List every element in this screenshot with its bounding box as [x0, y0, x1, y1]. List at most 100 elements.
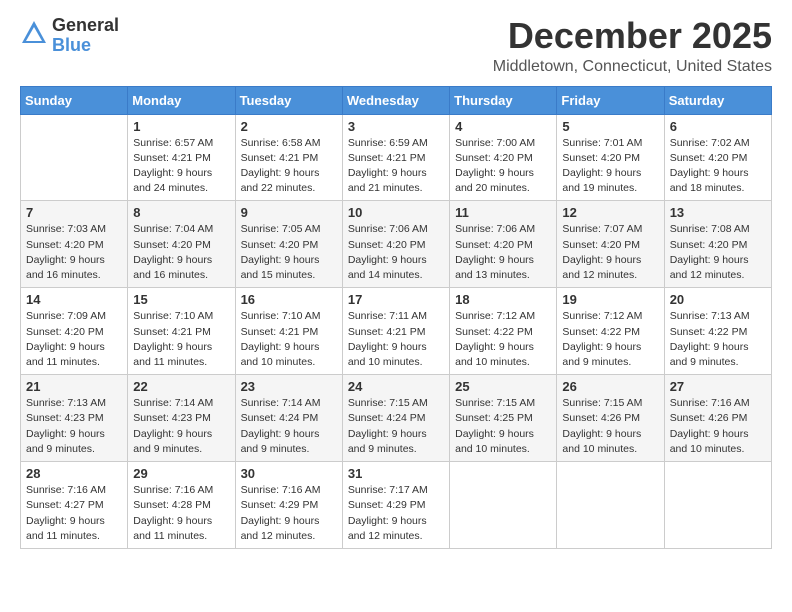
- weekday-header-thursday: Thursday: [450, 86, 557, 114]
- day-info: Sunrise: 7:07 AMSunset: 4:20 PMDaylight:…: [562, 222, 658, 283]
- weekday-header-monday: Monday: [128, 86, 235, 114]
- weekday-header-sunday: Sunday: [21, 86, 128, 114]
- calendar-cell: 6 Sunrise: 7:02 AMSunset: 4:20 PMDaylight…: [664, 114, 771, 201]
- weekday-header-friday: Friday: [557, 86, 664, 114]
- day-number: 12: [562, 205, 658, 220]
- day-info: Sunrise: 7:13 AMSunset: 4:23 PMDaylight:…: [26, 396, 122, 457]
- day-info: Sunrise: 7:10 AMSunset: 4:21 PMDaylight:…: [133, 309, 229, 370]
- calendar-cell: 16 Sunrise: 7:10 AMSunset: 4:21 PMDayligh…: [235, 288, 342, 375]
- day-info: Sunrise: 7:16 AMSunset: 4:29 PMDaylight:…: [241, 483, 337, 544]
- day-number: 8: [133, 205, 229, 220]
- day-number: 20: [670, 292, 766, 307]
- calendar-cell: 19 Sunrise: 7:12 AMSunset: 4:22 PMDayligh…: [557, 288, 664, 375]
- day-info: Sunrise: 7:03 AMSunset: 4:20 PMDaylight:…: [26, 222, 122, 283]
- calendar-table: SundayMondayTuesdayWednesdayThursdayFrid…: [20, 86, 772, 549]
- day-number: 24: [348, 379, 444, 394]
- day-number: 23: [241, 379, 337, 394]
- calendar-cell: [21, 114, 128, 201]
- day-info: Sunrise: 7:12 AMSunset: 4:22 PMDaylight:…: [562, 309, 658, 370]
- day-number: 2: [241, 119, 337, 134]
- day-info: Sunrise: 7:08 AMSunset: 4:20 PMDaylight:…: [670, 222, 766, 283]
- day-info: Sunrise: 7:02 AMSunset: 4:20 PMDaylight:…: [670, 136, 766, 197]
- calendar-week-1: 1 Sunrise: 6:57 AMSunset: 4:21 PMDaylight…: [21, 114, 772, 201]
- day-info: Sunrise: 7:13 AMSunset: 4:22 PMDaylight:…: [670, 309, 766, 370]
- calendar-cell: 13 Sunrise: 7:08 AMSunset: 4:20 PMDayligh…: [664, 201, 771, 288]
- calendar-cell: 7Sunrise: 7:03 AMSunset: 4:20 PMDaylight…: [21, 201, 128, 288]
- day-info: Sunrise: 7:04 AMSunset: 4:20 PMDaylight:…: [133, 222, 229, 283]
- day-number: 4: [455, 119, 551, 134]
- day-number: 21: [26, 379, 122, 394]
- day-number: 28: [26, 466, 122, 481]
- calendar-cell: 4 Sunrise: 7:00 AMSunset: 4:20 PMDaylight…: [450, 114, 557, 201]
- calendar-cell: 26Sunrise: 7:15 AMSunset: 4:26 PMDayligh…: [557, 375, 664, 462]
- day-number: 22: [133, 379, 229, 394]
- calendar-week-2: 7Sunrise: 7:03 AMSunset: 4:20 PMDaylight…: [21, 201, 772, 288]
- calendar-cell: [664, 462, 771, 549]
- day-number: 29: [133, 466, 229, 481]
- weekday-header-wednesday: Wednesday: [342, 86, 449, 114]
- calendar-cell: 14 Sunrise: 7:09 AMSunset: 4:20 PMDayligh…: [21, 288, 128, 375]
- day-info: Sunrise: 7:10 AMSunset: 4:21 PMDaylight:…: [241, 309, 337, 370]
- day-info: Sunrise: 6:59 AMSunset: 4:21 PMDaylight:…: [348, 136, 444, 197]
- calendar-week-4: 21 Sunrise: 7:13 AMSunset: 4:23 PMDayligh…: [21, 375, 772, 462]
- day-number: 13: [670, 205, 766, 220]
- day-info: Sunrise: 7:01 AMSunset: 4:20 PMDaylight:…: [562, 136, 658, 197]
- day-number: 19: [562, 292, 658, 307]
- calendar-cell: 17 Sunrise: 7:11 AMSunset: 4:21 PMDayligh…: [342, 288, 449, 375]
- calendar-cell: [450, 462, 557, 549]
- calendar-cell: 23 Sunrise: 7:14 AMSunset: 4:24 PMDayligh…: [235, 375, 342, 462]
- day-info: Sunrise: 7:06 AMSunset: 4:20 PMDaylight:…: [348, 222, 444, 283]
- calendar-cell: 30 Sunrise: 7:16 AMSunset: 4:29 PMDayligh…: [235, 462, 342, 549]
- day-number: 10: [348, 205, 444, 220]
- page-header: General Blue December 2025 Middletown, C…: [20, 16, 772, 76]
- calendar-cell: 18 Sunrise: 7:12 AMSunset: 4:22 PMDayligh…: [450, 288, 557, 375]
- day-info: Sunrise: 7:15 AMSunset: 4:26 PMDaylight:…: [562, 396, 658, 457]
- day-number: 15: [133, 292, 229, 307]
- day-info: Sunrise: 6:58 AMSunset: 4:21 PMDaylight:…: [241, 136, 337, 197]
- location-title: Middletown, Connecticut, United States: [493, 58, 772, 76]
- day-number: 30: [241, 466, 337, 481]
- calendar-cell: 27 Sunrise: 7:16 AMSunset: 4:26 PMDayligh…: [664, 375, 771, 462]
- calendar-cell: 2 Sunrise: 6:58 AMSunset: 4:21 PMDaylight…: [235, 114, 342, 201]
- day-info: Sunrise: 7:16 AMSunset: 4:26 PMDaylight:…: [670, 396, 766, 457]
- logo: General Blue: [20, 16, 119, 56]
- day-number: 1: [133, 119, 229, 134]
- logo-icon: [20, 19, 48, 52]
- calendar-cell: 9 Sunrise: 7:05 AMSunset: 4:20 PMDaylight…: [235, 201, 342, 288]
- day-info: Sunrise: 7:05 AMSunset: 4:20 PMDaylight:…: [241, 222, 337, 283]
- calendar-cell: 12 Sunrise: 7:07 AMSunset: 4:20 PMDayligh…: [557, 201, 664, 288]
- calendar-cell: 28 Sunrise: 7:16 AMSunset: 4:27 PMDayligh…: [21, 462, 128, 549]
- weekday-header-saturday: Saturday: [664, 86, 771, 114]
- calendar-cell: 3Sunrise: 6:59 AMSunset: 4:21 PMDaylight…: [342, 114, 449, 201]
- day-number: 18: [455, 292, 551, 307]
- day-number: 14: [26, 292, 122, 307]
- day-number: 6: [670, 119, 766, 134]
- day-number: 16: [241, 292, 337, 307]
- day-number: 5: [562, 119, 658, 134]
- calendar-cell: 29 Sunrise: 7:16 AMSunset: 4:28 PMDayligh…: [128, 462, 235, 549]
- calendar-cell: 20 Sunrise: 7:13 AMSunset: 4:22 PMDayligh…: [664, 288, 771, 375]
- calendar-cell: 11 Sunrise: 7:06 AMSunset: 4:20 PMDayligh…: [450, 201, 557, 288]
- calendar-cell: 31Sunrise: 7:17 AMSunset: 4:29 PMDayligh…: [342, 462, 449, 549]
- day-info: Sunrise: 7:15 AMSunset: 4:24 PMDaylight:…: [348, 396, 444, 457]
- day-info: Sunrise: 7:06 AMSunset: 4:20 PMDaylight:…: [455, 222, 551, 283]
- day-info: Sunrise: 6:57 AMSunset: 4:21 PMDaylight:…: [133, 136, 229, 197]
- calendar-cell: 8 Sunrise: 7:04 AMSunset: 4:20 PMDaylight…: [128, 201, 235, 288]
- calendar-week-5: 28 Sunrise: 7:16 AMSunset: 4:27 PMDayligh…: [21, 462, 772, 549]
- calendar-cell: 15 Sunrise: 7:10 AMSunset: 4:21 PMDayligh…: [128, 288, 235, 375]
- day-info: Sunrise: 7:11 AMSunset: 4:21 PMDaylight:…: [348, 309, 444, 370]
- logo-blue-text: Blue: [52, 36, 119, 56]
- title-area: December 2025 Middletown, Connecticut, U…: [493, 16, 772, 76]
- day-info: Sunrise: 7:00 AMSunset: 4:20 PMDaylight:…: [455, 136, 551, 197]
- day-number: 9: [241, 205, 337, 220]
- month-title: December 2025: [493, 16, 772, 56]
- day-info: Sunrise: 7:16 AMSunset: 4:27 PMDaylight:…: [26, 483, 122, 544]
- day-number: 11: [455, 205, 551, 220]
- day-number: 25: [455, 379, 551, 394]
- day-info: Sunrise: 7:09 AMSunset: 4:20 PMDaylight:…: [26, 309, 122, 370]
- day-info: Sunrise: 7:16 AMSunset: 4:28 PMDaylight:…: [133, 483, 229, 544]
- day-number: 27: [670, 379, 766, 394]
- day-info: Sunrise: 7:14 AMSunset: 4:24 PMDaylight:…: [241, 396, 337, 457]
- day-info: Sunrise: 7:12 AMSunset: 4:22 PMDaylight:…: [455, 309, 551, 370]
- day-number: 17: [348, 292, 444, 307]
